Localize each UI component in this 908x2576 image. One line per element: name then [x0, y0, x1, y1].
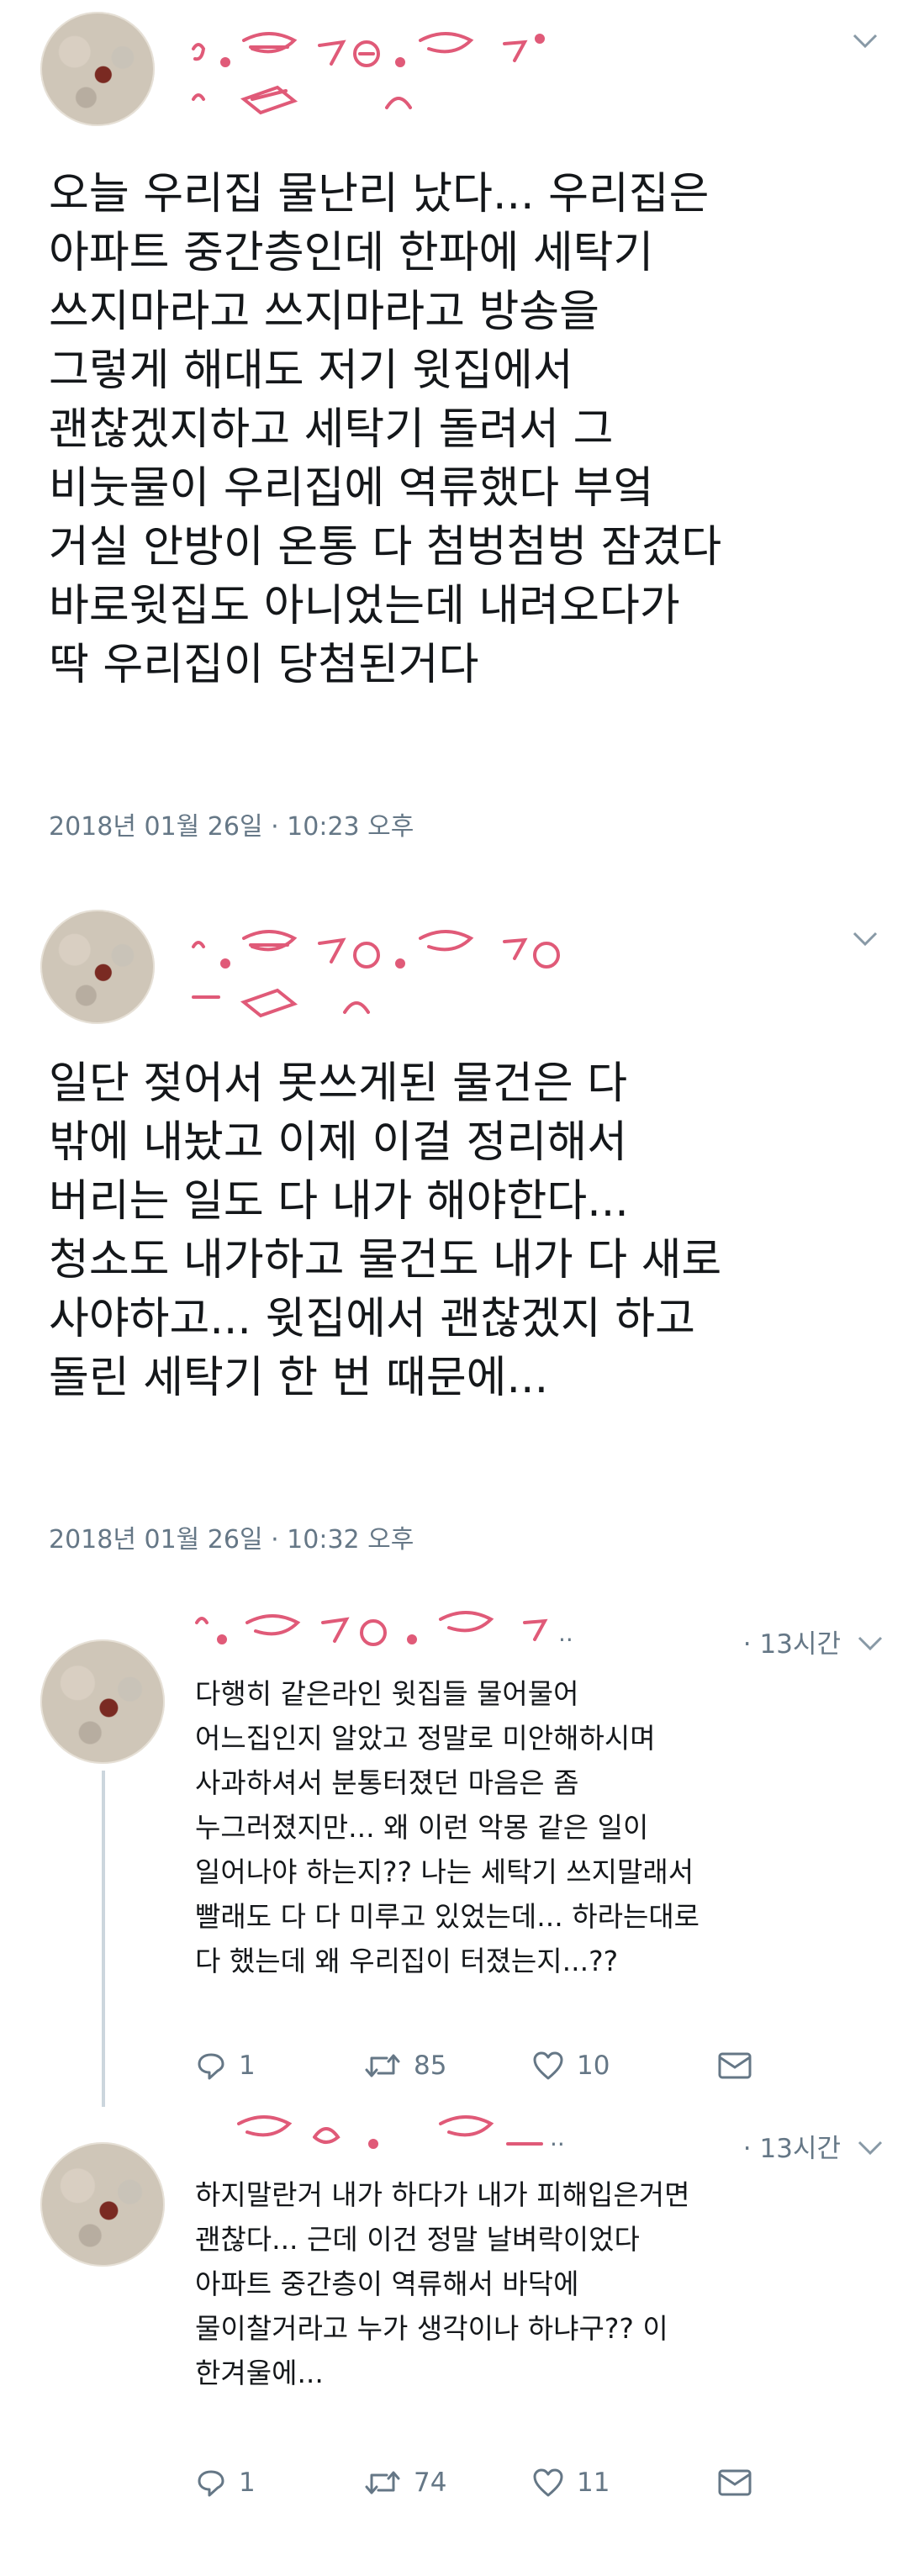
chevron-down-icon[interactable] [851, 32, 879, 50]
retweet-count: 74 [414, 2468, 447, 2498]
reply-actions: 1 74 11 [195, 2462, 800, 2504]
reply-icon [198, 2470, 224, 2497]
retweet-button[interactable]: 85 [363, 2050, 531, 2082]
censored-username-doodle: .. [195, 1611, 573, 1647]
censored-username-doodle [192, 32, 545, 115]
reply-time[interactable]: · 13시간 [743, 2127, 841, 2165]
dm-button[interactable] [716, 2051, 753, 2081]
tweet-text: 오늘 우리집 물난리 났다... 우리집은 아파트 중간층인데 한파에 세탁기 … [49, 169, 722, 690]
like-icon [533, 2468, 563, 2497]
censored-username-doodle: .. [237, 2115, 565, 2151]
dm-icon [718, 2052, 752, 2079]
chevron-down-icon[interactable] [856, 1634, 884, 1653]
avatar[interactable] [40, 910, 155, 1024]
reply-button[interactable]: 1 [195, 2467, 363, 2499]
retweet-count: 85 [414, 2051, 447, 2081]
reply-time[interactable]: · 13시간 [743, 1623, 841, 1660]
thread-line [102, 1771, 105, 2107]
chevron-down-icon[interactable] [856, 2139, 884, 2157]
retweet-button[interactable]: 74 [363, 2467, 531, 2499]
reply-count: 1 [239, 2468, 256, 2498]
like-count: 11 [577, 2468, 610, 2498]
retweet-icon [365, 2471, 400, 2494]
like-count: 10 [577, 2051, 610, 2081]
avatar[interactable] [40, 12, 155, 126]
reply-button[interactable]: 1 [195, 2050, 363, 2082]
censored-username-doodle [192, 930, 560, 1018]
reply-text: 하지말란거 내가 하다가 내가 피해입은거면 괜찮다... 근데 이건 정말 날… [195, 2178, 690, 2389]
chevron-down-icon[interactable] [851, 930, 879, 948]
tweet-timestamp[interactable]: 2018년 01월 26일 · 10:23 오후 [49, 805, 414, 842]
dm-icon [718, 2469, 752, 2496]
reply-count: 1 [239, 2051, 256, 2081]
reply-actions: 1 85 10 [195, 2045, 800, 2087]
tweet-text: 일단 젖어서 못쓰게된 물건은 다 밖에 내놨고 이제 이걸 정리해서 버리는 … [49, 1058, 722, 1403]
like-button[interactable]: 11 [531, 2467, 716, 2499]
dm-button[interactable] [716, 2468, 753, 2498]
like-button[interactable]: 10 [531, 2050, 716, 2082]
reply-icon [198, 2053, 224, 2080]
svg-text:..: .. [558, 1619, 573, 1647]
avatar[interactable] [40, 2142, 165, 2267]
reply-text: 다행히 같은라인 윗집들 물어물어 어느집인지 알았고 정말로 미안해하시며 사… [195, 1677, 700, 1977]
retweet-icon [365, 2054, 400, 2077]
avatar[interactable] [40, 1639, 165, 1764]
like-icon [533, 2051, 563, 2080]
tweet-timestamp[interactable]: 2018년 01월 26일 · 10:32 오후 [49, 1518, 414, 1555]
svg-text:..: .. [550, 2124, 565, 2151]
